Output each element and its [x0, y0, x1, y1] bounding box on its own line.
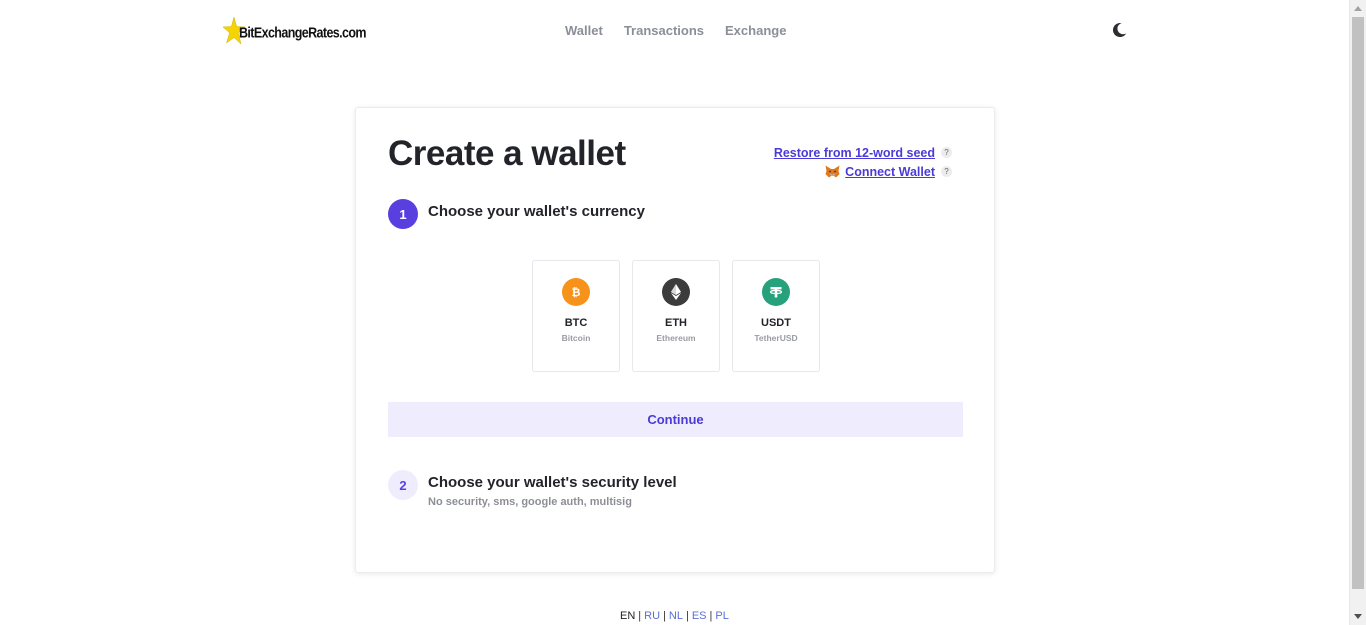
step-text: Choose your wallet's currency [428, 199, 645, 220]
connect-row: Connect Wallet ? [774, 162, 952, 181]
restore-row: Restore from 12-word seed ? [774, 143, 952, 162]
nav-wallet[interactable]: Wallet [565, 23, 603, 38]
lang-link-ru[interactable]: RU [644, 610, 660, 622]
currency-code: BTC [564, 317, 588, 329]
nav-transactions[interactable]: Transactions [624, 23, 704, 38]
step-title: Choose your wallet's security level [428, 474, 677, 491]
lang-separator: | [663, 610, 666, 622]
scroll-up-icon[interactable] [1354, 6, 1362, 11]
ethereum-glyph-icon [671, 284, 681, 300]
main-nav: Wallet Transactions Exchange [565, 23, 786, 38]
lang-separator: | [638, 610, 642, 622]
side-links: Restore from 12-word seed ? Connect Wall… [774, 143, 952, 181]
create-wallet-card: Create a wallet Restore from 12-word see… [355, 107, 995, 573]
lang-separator: | [709, 610, 713, 622]
logo[interactable]: BitExchangeRates.com [222, 15, 367, 47]
ethereum-icon [662, 278, 690, 306]
step-currency: 1 Choose your wallet's currency [388, 199, 645, 229]
lang-separator: | [685, 610, 689, 622]
help-icon[interactable]: ? [941, 166, 952, 177]
step-number-badge: 2 [388, 470, 418, 500]
lang-link-nl[interactable]: NL [669, 610, 683, 622]
lang-current: EN [620, 610, 636, 622]
currency-name: TetherUSD [754, 333, 798, 343]
currency-name: Ethereum [656, 333, 696, 343]
step-number-badge: 1 [388, 199, 418, 229]
moon-icon[interactable] [1110, 21, 1128, 39]
header: BitExchangeRates.com Wallet Transactions… [0, 0, 1349, 62]
currency-option-eth[interactable]: ETH Ethereum [632, 260, 720, 372]
step-security: 2 Choose your wallet's security level No… [388, 470, 677, 508]
logo-text: BitExchangeRates.com [239, 24, 367, 41]
lang-link-pl[interactable]: PL [715, 610, 728, 622]
currency-name: Bitcoin [561, 333, 591, 343]
tether-icon [762, 278, 790, 306]
connect-wallet-link[interactable]: Connect Wallet [845, 165, 935, 179]
scrollbar[interactable] [1349, 0, 1366, 625]
currency-options: ₿ BTC Bitcoin ETH Ethereum USDT TetherUS… [532, 260, 820, 372]
page: BitExchangeRates.com Wallet Transactions… [0, 0, 1349, 625]
currency-code: USDT [761, 317, 791, 329]
tether-glyph-icon [769, 287, 783, 298]
language-switcher: EN | RU | NL | ES | PL [620, 610, 729, 622]
lang-link-es[interactable]: ES [692, 610, 707, 622]
metamask-fox-icon [825, 165, 840, 178]
currency-option-btc[interactable]: ₿ BTC Bitcoin [532, 260, 620, 372]
currency-option-usdt[interactable]: USDT TetherUSD [732, 260, 820, 372]
currency-code: ETH [665, 317, 687, 329]
step-subtitle: No security, sms, google auth, multisig [428, 496, 632, 508]
help-icon[interactable]: ? [941, 147, 952, 158]
restore-seed-link[interactable]: Restore from 12-word seed [774, 146, 935, 160]
bitcoin-glyph-icon: ₿ [572, 286, 581, 299]
step-title: Choose your wallet's currency [428, 203, 645, 220]
bitcoin-icon: ₿ [562, 278, 590, 306]
page-title: Create a wallet [388, 134, 626, 173]
svg-text:₿: ₿ [572, 286, 581, 299]
continue-button[interactable]: Continue [388, 402, 963, 437]
scrollbar-thumb[interactable] [1352, 17, 1364, 589]
scroll-down-icon[interactable] [1354, 614, 1362, 619]
nav-exchange[interactable]: Exchange [725, 23, 786, 38]
step-text: Choose your wallet's security level No s… [428, 470, 677, 508]
